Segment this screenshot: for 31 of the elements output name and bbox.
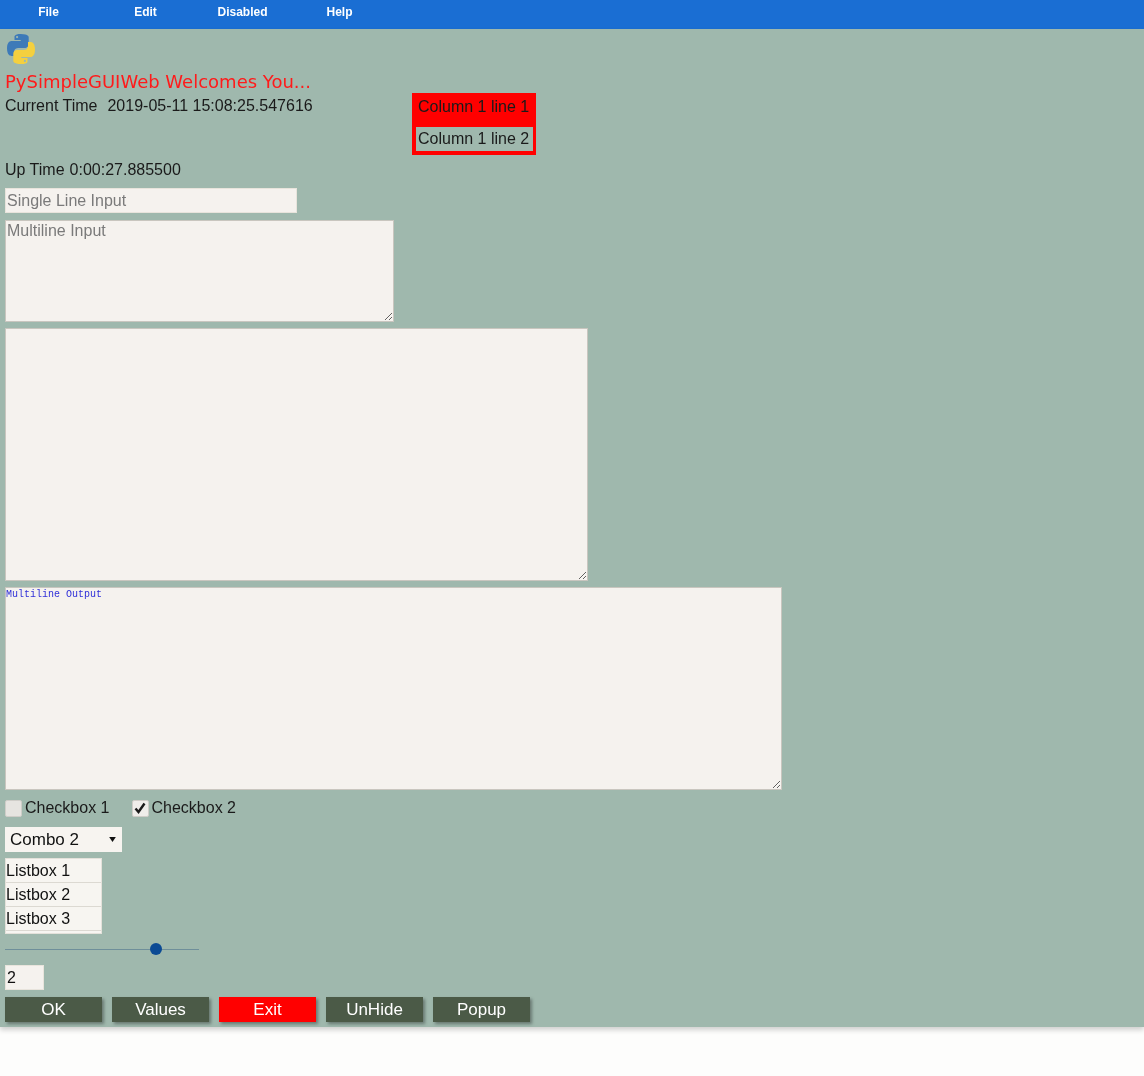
- action-button[interactable]: UnHide: [326, 997, 423, 1022]
- caret-icon: [109, 837, 116, 842]
- logo-icon: [5, 33, 37, 65]
- current-time-label: Current Time: [5, 96, 98, 116]
- up-time-value: 0:00:27.885500: [69, 160, 181, 180]
- menu-item[interactable]: Disabled: [194, 0, 291, 29]
- checkbox-label[interactable]: Checkbox 1: [25, 798, 110, 818]
- action-button[interactable]: Popup: [433, 997, 530, 1022]
- multiline-input[interactable]: Multiline Input: [5, 220, 394, 322]
- listbox-item[interactable]: Listbox 3: [6, 907, 101, 931]
- checkbox-label[interactable]: Checkbox 2: [151, 798, 236, 818]
- menu-item[interactable]: Edit: [97, 0, 194, 29]
- multiline-output[interactable]: Multiline Output: [5, 587, 782, 790]
- welcome-title: PySimpleGUIWeb Welcomes You...: [5, 71, 311, 93]
- up-time-label: Up Time: [5, 160, 65, 180]
- slider-thumb[interactable]: [150, 943, 163, 955]
- menu-item[interactable]: Help: [291, 0, 388, 29]
- listbox-item[interactable]: Listbox 2: [6, 883, 101, 907]
- action-button[interactable]: Values: [112, 997, 209, 1022]
- menu-item[interactable]: File: [0, 0, 97, 29]
- current-time-value: 2019-05-11 15:08:25.547616: [107, 96, 313, 116]
- checkmark-icon: [134, 802, 146, 814]
- checkbox[interactable]: [5, 799, 22, 817]
- action-button[interactable]: OK: [5, 997, 102, 1022]
- column-text: Column 1 line 2: [416, 127, 534, 151]
- combo-box[interactable]: Combo 2: [5, 827, 122, 852]
- action-button[interactable]: Exit: [219, 997, 316, 1022]
- listbox-item[interactable]: Listbox 1: [6, 859, 101, 883]
- single-line-input[interactable]: Single Line Input: [5, 188, 297, 213]
- spin-field[interactable]: 2: [5, 965, 44, 990]
- checkbox[interactable]: [131, 799, 149, 817]
